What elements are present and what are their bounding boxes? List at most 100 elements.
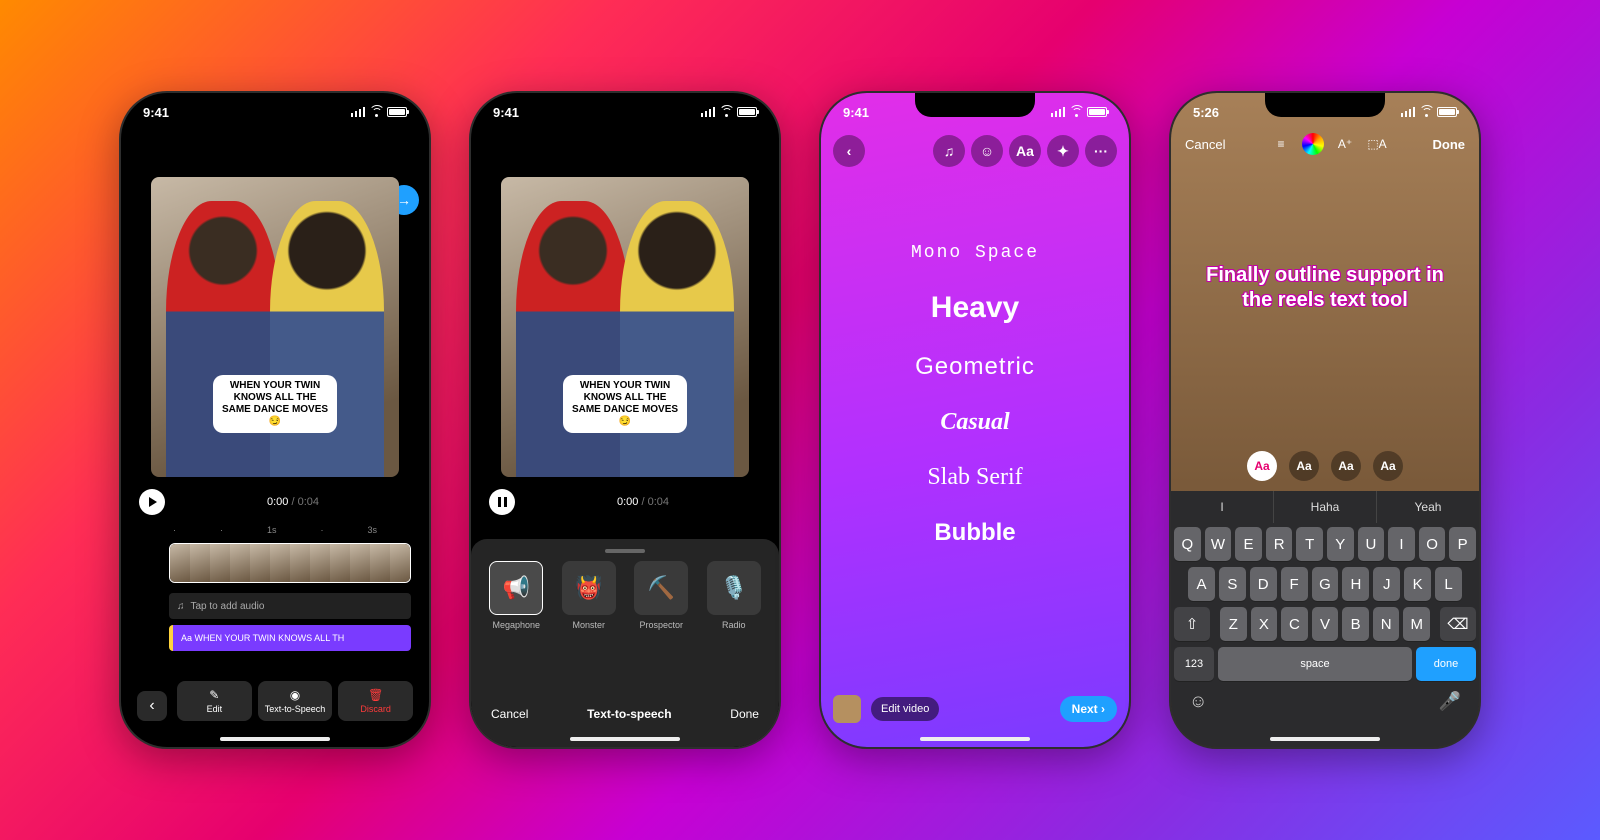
key-u[interactable]: U [1358,527,1385,561]
play-button[interactable] [139,489,165,515]
cancel-button[interactable]: Cancel [1185,137,1225,152]
font-mono-space[interactable]: Mono Space [911,243,1039,263]
battery-icon [387,107,407,117]
key-n[interactable]: N [1373,607,1400,641]
keyboard-done-key[interactable]: done [1416,647,1476,681]
mic-key[interactable]: 🎤 [1439,691,1461,712]
timeline-text-track[interactable]: Aa WHEN YOUR TWIN KNOWS ALL TH [169,625,411,651]
text-overlay[interactable]: Finally outline support in the reels tex… [1191,263,1459,313]
text-style-1[interactable]: Aa [1247,451,1277,481]
back-button[interactable]: ‹ [137,691,167,721]
text-tool[interactable]: Aa [1009,135,1041,167]
key-j[interactable]: J [1373,567,1400,601]
battery-icon [1437,107,1457,117]
done-button[interactable]: Done [730,707,759,721]
video-preview[interactable]: WHEN YOUR TWIN KNOWS ALL THE SAME DANCE … [501,177,749,477]
discard-button[interactable]: 🗑 Discard [338,681,413,721]
text-style-3[interactable]: Aa [1331,451,1361,481]
timeline-audio-track[interactable]: ♫ Tap to add audio [169,593,411,619]
numbers-key[interactable]: 123 [1174,647,1214,681]
radio-icon: 🎙️ [707,561,761,615]
key-g[interactable]: G [1312,567,1339,601]
trash-icon: 🗑 [368,688,383,702]
music-icon: ♫ [177,601,185,612]
caption-overlay[interactable]: WHEN YOUR TWIN KNOWS ALL THE SAME DANCE … [213,375,337,433]
voice-label: Megaphone [492,620,540,630]
font-geometric[interactable]: Geometric [915,353,1035,381]
key-o[interactable]: O [1419,527,1446,561]
shift-key[interactable]: ⇧ [1174,607,1210,641]
preview-thumbnail[interactable] [833,695,861,723]
suggestion-3[interactable]: Yeah [1377,491,1479,523]
effects-tool[interactable]: ✦ [1047,135,1079,167]
status-time: 5:26 [1193,105,1219,120]
key-c[interactable]: C [1281,607,1308,641]
suggestion-1[interactable]: I [1171,491,1274,523]
status-time: 9:41 [843,105,869,120]
delete-key[interactable]: ⌫ [1440,607,1476,641]
emoji-key[interactable]: ☺ [1189,691,1207,712]
font-slab-serif[interactable]: Slab Serif [927,464,1022,491]
edit-video-button[interactable]: Edit video [871,697,939,721]
key-f[interactable]: F [1281,567,1308,601]
key-a[interactable]: A [1188,567,1215,601]
font-casual[interactable]: Casual [940,409,1009,436]
key-s[interactable]: S [1219,567,1246,601]
next-button[interactable]: Next › [1060,696,1117,722]
voice-prospector[interactable]: ⛏️Prospector [630,561,693,630]
key-v[interactable]: V [1312,607,1339,641]
timeline-video-track[interactable] [169,543,411,583]
cancel-button[interactable]: Cancel [491,707,528,721]
signal-icon [701,107,716,117]
key-z[interactable]: Z [1220,607,1247,641]
caption-overlay: WHEN YOUR TWIN KNOWS ALL THE SAME DANCE … [563,375,687,433]
suggestion-2[interactable]: Haha [1274,491,1377,523]
key-k[interactable]: K [1404,567,1431,601]
notch [915,93,1035,117]
font-list: Mono Space Heavy Geometric Casual Slab S… [821,243,1129,547]
key-h[interactable]: H [1342,567,1369,601]
color-wheel[interactable] [1302,133,1324,155]
text-style-4[interactable]: Aa [1373,451,1403,481]
home-indicator [1270,737,1380,741]
status-time: 9:41 [493,105,519,120]
sheet-grabber[interactable] [605,549,645,553]
style-tool[interactable]: A⁺ [1334,133,1356,155]
audio-hint-label: Tap to add audio [191,601,265,612]
align-tool[interactable]: ≡ [1270,133,1292,155]
text-style-2[interactable]: Aa [1289,451,1319,481]
video-preview[interactable]: WHEN YOUR TWIN KNOWS ALL THE SAME DANCE … [151,177,399,477]
key-w[interactable]: W [1205,527,1232,561]
keyboard-row-3: ⇧ ZXCVBNM ⌫ [1174,607,1476,641]
key-q[interactable]: Q [1174,527,1201,561]
text-to-speech-button[interactable]: ◉Text-to-Speech [258,681,333,721]
key-e[interactable]: E [1235,527,1262,561]
background-tool[interactable]: ⬚A [1366,133,1388,155]
key-r[interactable]: R [1266,527,1293,561]
done-button[interactable]: Done [1433,137,1466,152]
key-y[interactable]: Y [1327,527,1354,561]
voice-monster[interactable]: 👹Monster [558,561,621,630]
battery-icon [737,107,757,117]
key-p[interactable]: P [1449,527,1476,561]
music-tool[interactable]: ♫ [933,135,965,167]
key-d[interactable]: D [1250,567,1277,601]
back-button[interactable]: ‹ [833,135,865,167]
edit-button[interactable]: ✎Edit [177,681,252,721]
more-tool[interactable]: ··· [1085,135,1117,167]
voice-radio[interactable]: 🎙️Radio [703,561,766,630]
key-i[interactable]: I [1388,527,1415,561]
key-b[interactable]: B [1342,607,1369,641]
voice-megaphone[interactable]: 📢Megaphone [485,561,548,630]
space-key[interactable]: space [1218,647,1412,681]
key-t[interactable]: T [1296,527,1323,561]
pause-button[interactable] [489,489,515,515]
discard-label: Discard [360,704,391,714]
sticker-tool[interactable]: ☺ [971,135,1003,167]
key-l[interactable]: L [1435,567,1462,601]
key-m[interactable]: M [1403,607,1430,641]
battery-icon [1087,107,1107,117]
font-heavy[interactable]: Heavy [931,291,1019,325]
font-bubble[interactable]: Bubble [934,519,1015,547]
key-x[interactable]: X [1251,607,1278,641]
